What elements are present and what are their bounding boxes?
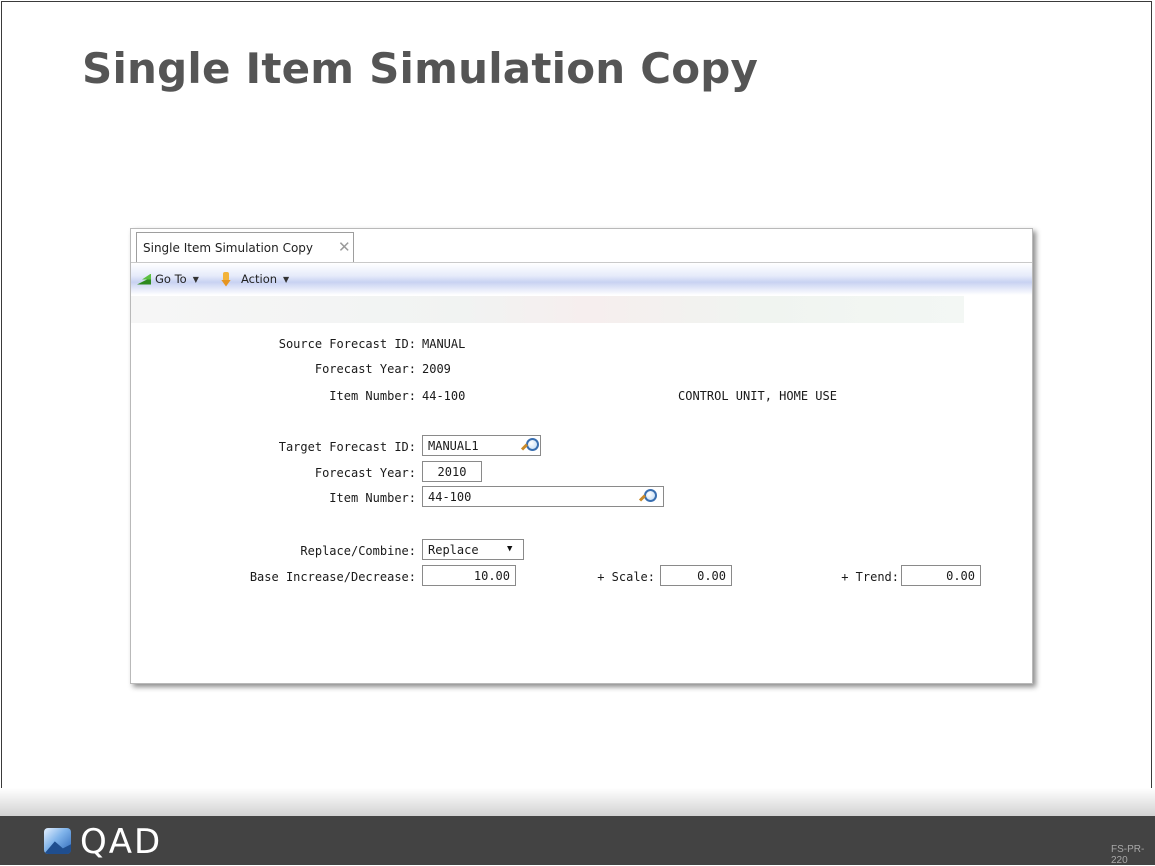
source-forecast-id-value: MANUAL [422, 337, 466, 351]
tab-single-item-simulation-copy[interactable]: Single Item Simulation Copy ✕ [136, 232, 354, 262]
tab-strip: Single Item Simulation Copy ✕ [131, 229, 1032, 263]
chevron-down-icon: ▼ [283, 274, 290, 284]
lookup-icon[interactable] [638, 489, 657, 505]
action-icon [221, 271, 231, 287]
trend-value: 0.00 [946, 568, 975, 583]
footer-bar [0, 816, 1155, 865]
item-description: CONTROL UNIT, HOME USE [678, 389, 837, 403]
source-item-number-value: 44-100 [422, 389, 466, 403]
source-forecast-year-label: Forecast Year: [314, 362, 416, 376]
action-label: Action [241, 272, 278, 286]
source-forecast-year-value: 2009 [422, 362, 451, 376]
target-forecast-year-label: Forecast Year: [314, 466, 416, 480]
target-item-number-value: 44-100 [428, 489, 472, 504]
slide-title: Single Item Simulation Copy [82, 44, 759, 93]
source-forecast-id-label: Source Forecast ID: [278, 337, 416, 351]
target-forecast-id-value: MANUAL1 [428, 438, 479, 453]
footer-gradient [0, 788, 1155, 816]
action-menu-button[interactable]: Action ▼ [221, 271, 289, 287]
trend-label: + Trend: [841, 570, 899, 584]
target-forecast-year-input[interactable]: 2010 [422, 461, 482, 482]
target-item-number-label: Item Number: [329, 491, 416, 505]
target-forecast-id-label: Target Forecast ID: [278, 440, 416, 454]
replace-combine-value: Replace [428, 542, 479, 557]
app-window: Single Item Simulation Copy ✕ Go To ▼ Ac… [130, 228, 1033, 684]
status-strip [131, 296, 964, 323]
qad-logo-icon [44, 828, 71, 854]
scale-input[interactable]: 0.00 [660, 565, 732, 586]
qad-logo-text: QAD [80, 822, 163, 862]
target-item-number-input[interactable]: 44-100 [422, 486, 664, 507]
trend-input[interactable]: 0.00 [901, 565, 981, 586]
source-item-number-label: Item Number: [329, 389, 416, 403]
tab-label: Single Item Simulation Copy [143, 240, 314, 255]
replace-combine-label: Replace/Combine: [300, 544, 416, 558]
goto-icon [137, 274, 151, 285]
chevron-down-icon: ▼ [192, 274, 199, 284]
chevron-down-icon: ▼ [507, 544, 513, 554]
close-icon[interactable]: ✕ [338, 238, 351, 256]
replace-combine-select[interactable]: Replace ▼ [422, 539, 524, 560]
lookup-icon[interactable] [520, 438, 539, 454]
target-forecast-year-value: 2010 [437, 464, 467, 479]
base-increase-input[interactable]: 10.00 [422, 565, 516, 586]
goto-menu-button[interactable]: Go To ▼ [137, 271, 199, 287]
scale-label: + Scale: [597, 570, 655, 584]
base-increase-value: 10.00 [473, 568, 510, 583]
toolbar: Go To ▼ Action ▼ [131, 263, 1032, 295]
goto-label: Go To [155, 272, 187, 286]
scale-value: 0.00 [697, 568, 726, 583]
document-code: FS-PR-220 [1111, 844, 1145, 866]
base-increase-label: Base Increase/Decrease: [249, 570, 416, 584]
